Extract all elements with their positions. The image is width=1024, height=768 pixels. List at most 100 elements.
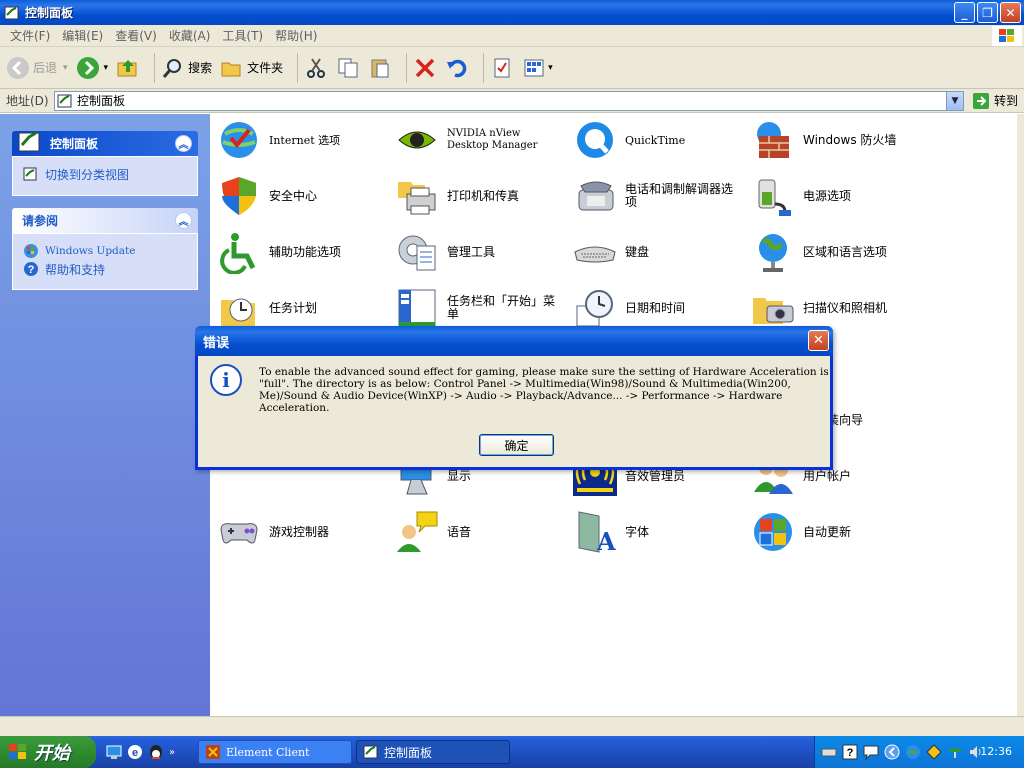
item-accessibility-options[interactable]: 辅助功能选项 <box>215 226 385 278</box>
qq-penguin-icon[interactable] <box>148 744 164 760</box>
menu-help[interactable]: 帮助(H) <box>269 27 323 44</box>
copy-button[interactable] <box>336 51 360 85</box>
svg-text:?: ? <box>28 264 35 276</box>
collapse-icon[interactable]: ︽ <box>175 212 192 229</box>
properties-icon <box>494 58 510 77</box>
task-element-client[interactable]: Element Client <box>198 740 352 764</box>
cut-button[interactable] <box>304 51 328 85</box>
gamepad-icon <box>215 508 263 556</box>
views-icon <box>524 59 544 76</box>
quick-launch: e » <box>106 744 198 760</box>
menu-edit[interactable]: 编辑(E) <box>56 27 109 44</box>
menu-view[interactable]: 查看(V) <box>109 27 163 44</box>
network-tray-icon[interactable] <box>905 744 921 760</box>
accessibility-icon <box>215 228 263 276</box>
address-dropdown-icon[interactable]: ▼ <box>946 91 963 110</box>
help-tray-icon[interactable]: ? <box>842 744 858 760</box>
chat-tray-icon[interactable] <box>863 744 879 760</box>
item-administrative-tools[interactable]: 管理工具 <box>393 226 563 278</box>
maximize-button[interactable]: ❐ <box>977 2 998 23</box>
umbrella-tray-icon[interactable] <box>947 744 963 760</box>
paste-icon <box>371 59 389 77</box>
window-title: 控制面板 <box>25 6 74 20</box>
switch-to-category-view-link[interactable]: 切换到分类视图 <box>23 165 187 183</box>
keyboard-tray-icon[interactable] <box>821 744 837 760</box>
speech-icon <box>393 508 441 556</box>
browser-icon[interactable]: e <box>127 744 143 760</box>
menu-tools[interactable]: 工具(T) <box>216 27 269 44</box>
start-button[interactable]: 开始 <box>0 736 96 768</box>
item-phone-and-modem[interactable]: 电话和调制解调器选项 <box>571 170 741 222</box>
minimize-button[interactable]: _ <box>954 2 975 23</box>
back-label: 后退 <box>33 61 58 75</box>
windows-update-link[interactable]: Windows Update <box>23 242 187 260</box>
menu-file[interactable]: 文件(F) <box>4 27 56 44</box>
item-speech[interactable]: 语音 <box>393 506 563 558</box>
delete-x-icon <box>415 58 435 77</box>
forward-button[interactable]: ▾ <box>76 51 108 85</box>
menu-favorites[interactable]: 收藏(A) <box>163 27 217 44</box>
forward-arrow-icon <box>76 56 99 79</box>
panel-header-control-panel[interactable]: 控制面板 ︽ <box>12 131 198 156</box>
windows-logo-icon <box>9 744 26 759</box>
address-label: 地址(D) <box>6 94 49 108</box>
control-panel-icon <box>363 745 378 759</box>
folders-button[interactable]: 文件夹 <box>220 51 283 85</box>
task-control-panel[interactable]: 控制面板 <box>356 740 510 764</box>
collapse-icon[interactable]: ︽ <box>175 135 192 152</box>
undo-button[interactable] <box>445 51 469 85</box>
phone-icon <box>571 172 619 220</box>
item-security-center[interactable]: 安全中心 <box>215 170 385 222</box>
dialog-title: 错误 <box>203 335 230 351</box>
item-windows-firewall[interactable]: Windows 防火墙 <box>749 114 919 166</box>
scheduled-tasks-icon <box>215 284 263 332</box>
camera-icon <box>749 284 797 332</box>
quick-launch-more-icon[interactable]: » <box>169 747 175 758</box>
task-pane: 控制面板 ︽ 切换到分类视图 请参阅 ︽ Windows Update ? 帮助… <box>0 114 210 716</box>
item-game-controllers[interactable]: 游戏控制器 <box>215 506 385 558</box>
item-quicktime[interactable]: QuickTime <box>571 114 741 166</box>
collapse-tray-icon[interactable] <box>884 744 900 760</box>
views-button[interactable]: ▾ <box>522 51 553 85</box>
folders-icon <box>221 62 241 76</box>
up-folder-icon <box>117 59 137 76</box>
item-printers-and-faxes[interactable]: 打印机和传真 <box>393 170 563 222</box>
paste-button[interactable] <box>368 51 392 85</box>
help-and-support-link[interactable]: ? 帮助和支持 <box>23 260 187 278</box>
go-button[interactable]: 转到 <box>972 92 1018 110</box>
properties-button[interactable] <box>490 51 514 85</box>
control-panel-icon <box>4 6 19 19</box>
windows-update-icon <box>749 508 797 556</box>
desktop-icon[interactable] <box>106 744 122 760</box>
panel-header-see-also[interactable]: 请参阅 ︽ <box>12 208 198 233</box>
close-button[interactable]: ✕ <box>1000 2 1021 23</box>
see-also-panel: 请参阅 ︽ Windows Update ? 帮助和支持 <box>12 208 198 290</box>
go-arrow-icon <box>973 92 989 109</box>
control-panel-icon <box>18 131 40 151</box>
internet-options-icon <box>215 116 263 164</box>
antivirus-tray-icon[interactable] <box>926 744 942 760</box>
item-automatic-updates[interactable]: 自动更新 <box>749 506 919 558</box>
item-fonts[interactable]: A 字体 <box>571 506 741 558</box>
item-regional-and-language[interactable]: 区域和语言选项 <box>749 226 919 278</box>
dialog-close-button[interactable]: ✕ <box>808 330 829 351</box>
clock[interactable]: 12:36 <box>980 745 1012 758</box>
item-power-options[interactable]: 电源选项 <box>749 170 919 222</box>
address-input[interactable]: 控制面板 ▼ <box>54 90 964 111</box>
ok-button[interactable]: 确定 <box>479 434 554 456</box>
item-keyboard[interactable]: 键盘 <box>571 226 741 278</box>
back-arrow-icon <box>7 56 29 79</box>
panel-title: 请参阅 <box>22 214 59 228</box>
item-nvidia-nview[interactable]: NVIDIA nView Desktop Manager <box>393 114 563 166</box>
taskbar: 开始 e » Element Client 控制面板 ? 12:36 <box>0 736 1024 768</box>
help-icon: ? <box>24 262 38 276</box>
address-bar: 地址(D) 控制面板 ▼ 转到 <box>0 89 1024 113</box>
back-button[interactable]: 后退 ▾ <box>6 51 68 85</box>
item-internet-options[interactable]: Internet 选项 <box>215 114 385 166</box>
delete-button[interactable] <box>413 51 437 85</box>
search-button[interactable]: 搜索 <box>161 51 212 85</box>
quicktime-icon <box>571 116 619 164</box>
power-icon <box>749 172 797 220</box>
up-folder-button[interactable] <box>116 51 140 85</box>
go-label: 转到 <box>994 94 1019 108</box>
